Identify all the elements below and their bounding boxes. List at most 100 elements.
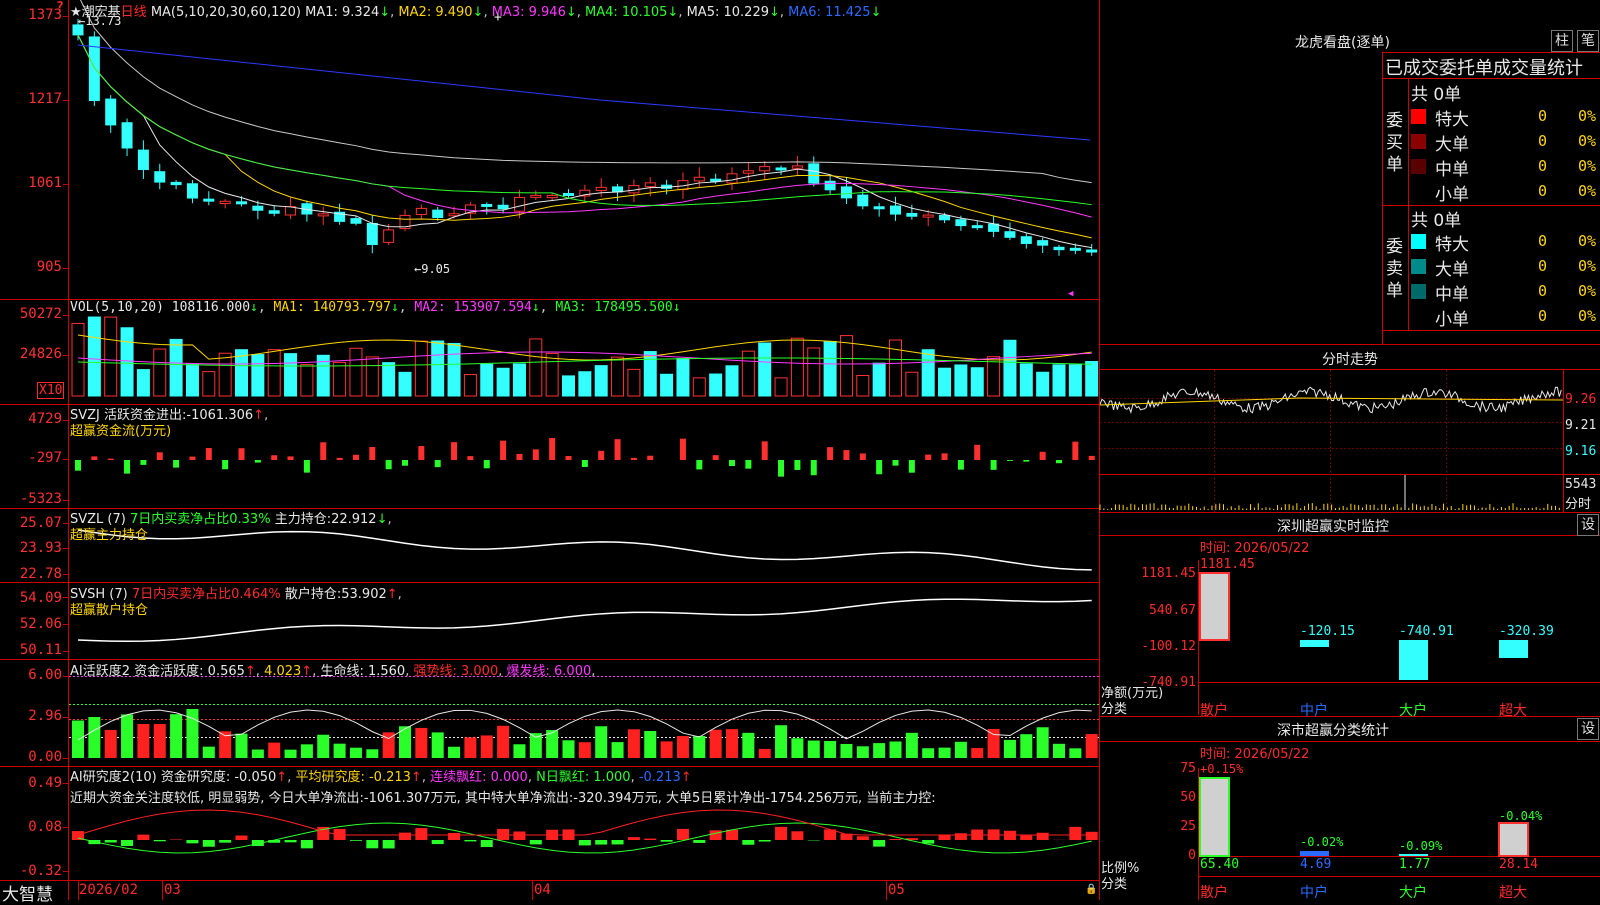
- ai-active-bar: [988, 729, 1000, 758]
- ai-research-bar: [759, 840, 771, 842]
- ma4-value: 10.105: [622, 5, 668, 20]
- buy-row-name: 特大: [1435, 105, 1469, 130]
- svzj-subtitle: 超赢资金流(万元): [70, 420, 171, 439]
- ai-active-bar: [759, 749, 771, 758]
- candle: [825, 181, 835, 189]
- volume-bar: [628, 369, 640, 396]
- svsh-main-label: 散户持仓:: [285, 587, 341, 602]
- bar-mode-button[interactable]: 柱: [1551, 30, 1573, 52]
- tick-mode-button[interactable]: 笔: [1577, 30, 1599, 52]
- classify-value: 28.14: [1499, 857, 1538, 872]
- sell-group-label: 委卖单: [1386, 236, 1404, 302]
- sell-row-pct: 0%: [1578, 307, 1596, 325]
- svzj-bar: [500, 441, 506, 460]
- ai-active-bar: [154, 724, 166, 758]
- buy-row-pct: 0%: [1578, 107, 1596, 125]
- candle: [138, 150, 148, 169]
- ai-active-bar: [661, 741, 673, 758]
- candle: [841, 187, 851, 198]
- volume-bar: [72, 323, 84, 396]
- ai-active-bar: [595, 726, 607, 758]
- ai-research-bar: [301, 840, 313, 848]
- period-label[interactable]: 日线: [121, 5, 147, 20]
- volume-bar: [922, 350, 934, 396]
- buy-row-value: 0: [1538, 182, 1547, 200]
- classify-settings-button[interactable]: 设: [1577, 718, 1599, 740]
- candle: [187, 184, 197, 198]
- lock-icon[interactable]: 🔒: [1085, 884, 1097, 895]
- ai-research-bar: [513, 831, 525, 840]
- ytick: 1061: [0, 175, 62, 191]
- svzj-bar: [239, 448, 245, 460]
- ai-research-bar: [448, 833, 460, 840]
- ma5-value: 10.229: [724, 5, 770, 20]
- svzj-bar: [91, 456, 97, 460]
- buy-group-label: 委买单: [1386, 110, 1404, 176]
- volume-bar: [955, 365, 967, 396]
- volume-bar: [612, 357, 624, 396]
- candle: [204, 199, 214, 201]
- ai-active-bar: [693, 736, 705, 758]
- volume-bar: [971, 368, 983, 396]
- volume-bar: [857, 375, 869, 396]
- ai-research-label: AI研究度2(10): [70, 770, 157, 785]
- sell-swatch: [1411, 259, 1426, 274]
- vol-unit: X10: [37, 382, 64, 399]
- monitor-bar: [1399, 640, 1428, 680]
- monitor-bar: [1499, 640, 1528, 658]
- volume-bar: [906, 372, 918, 396]
- vol-header: VOL(5,10,20) 108116.000↓, MA1: 140793.79…: [70, 300, 681, 315]
- candle: [727, 174, 737, 183]
- candle: [1087, 250, 1097, 252]
- sell-row-name: 小单: [1435, 305, 1469, 330]
- svzj-bar: [925, 455, 931, 460]
- ai-active-bar: [857, 746, 869, 758]
- volume-bar: [252, 355, 264, 396]
- candle: [433, 210, 443, 217]
- ai-research-bar: [464, 840, 476, 841]
- ytick: 23.93: [0, 540, 62, 556]
- svsh-main-value: 53.902: [341, 587, 387, 602]
- ai-research-value: -0.050: [234, 770, 276, 785]
- classify-change: +0.15%: [1200, 762, 1243, 776]
- svzl-line: [78, 530, 1092, 570]
- burst-label: 爆发线:: [506, 664, 549, 679]
- svzj-bar: [353, 455, 359, 460]
- volume-bar: [383, 363, 395, 396]
- volume-bar: [350, 348, 362, 396]
- ai-research-bar: [628, 837, 640, 840]
- svzj-bar: [794, 460, 800, 470]
- ai-research-bar: [693, 840, 705, 843]
- svzl-main-value: 22.912: [331, 512, 377, 527]
- ai-active-bar: [922, 748, 934, 758]
- volume-bar: [154, 349, 166, 396]
- ytick: 0.49: [0, 775, 62, 791]
- ai-active-bar: [1020, 734, 1032, 758]
- ai-active-bar: [906, 733, 918, 758]
- volume-bar: [1086, 361, 1098, 396]
- candle: [858, 195, 868, 206]
- volume-bar: [448, 343, 460, 396]
- brand-logo[interactable]: 大智慧: [2, 880, 53, 905]
- ai-research-bar: [105, 840, 117, 842]
- volume-bar: [677, 359, 689, 396]
- vol-ma2: 153907.594: [454, 300, 532, 315]
- volume-bar: [824, 341, 836, 396]
- monitor-value: -120.15: [1300, 624, 1355, 639]
- date-tick: 05: [888, 882, 905, 898]
- svzj-bar: [435, 460, 441, 467]
- monitor-ytick: 540.67: [1120, 603, 1196, 618]
- ma5-name: MA5: [687, 5, 715, 20]
- candle: [155, 172, 165, 182]
- ai-research-bar: [890, 839, 902, 840]
- volume-bar: [366, 357, 378, 396]
- ai-active-bar: [628, 729, 640, 758]
- monitor-settings-button[interactable]: 设: [1577, 514, 1599, 536]
- monitor-value: -320.39: [1499, 624, 1554, 639]
- ai-research-bar: [186, 840, 198, 843]
- ytick: -0.32: [0, 863, 62, 879]
- svzj-bar: [811, 460, 817, 475]
- svzj-bar: [108, 459, 114, 460]
- sell-row-value: 0: [1538, 232, 1547, 250]
- ai-research-bar: [742, 840, 754, 845]
